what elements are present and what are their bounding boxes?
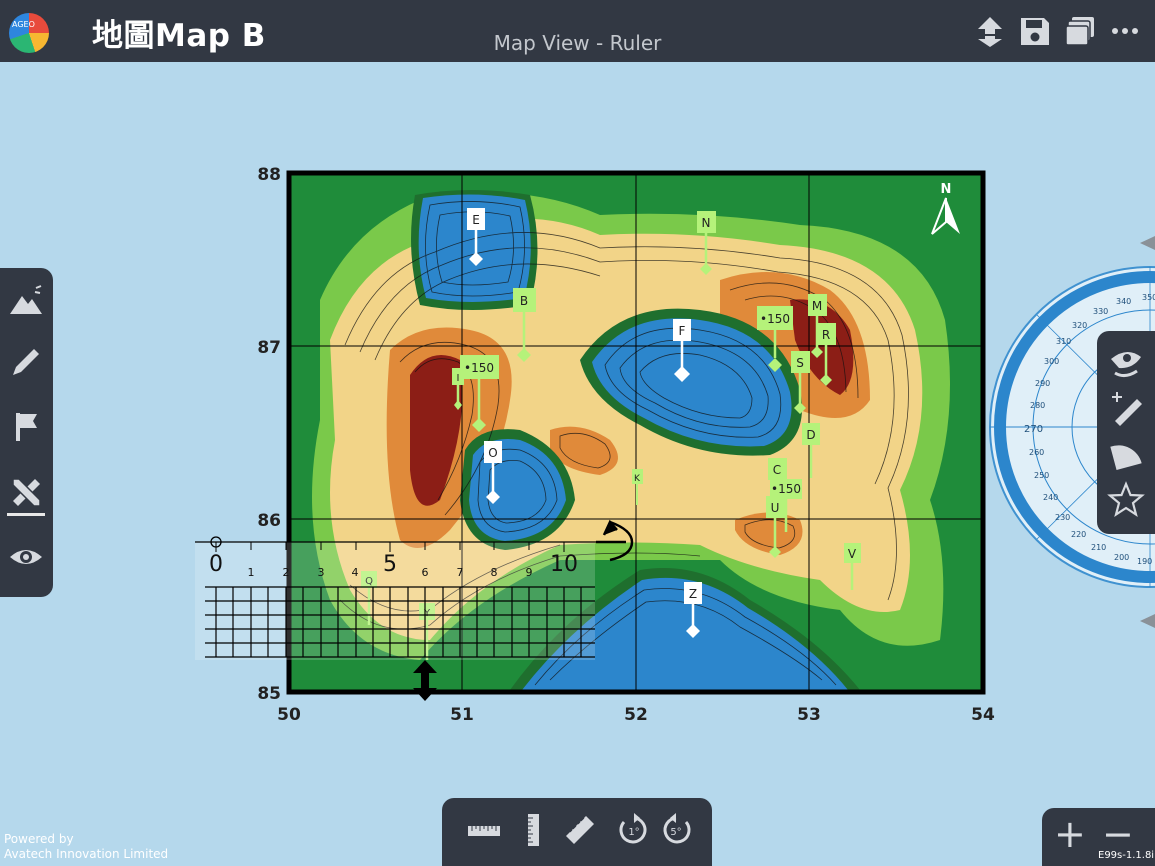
rotate-ccw-1-icon[interactable]: 1°	[616, 812, 652, 848]
x-label-51: 51	[450, 705, 474, 725]
svg-text:Z: Z	[689, 587, 697, 601]
svg-text:U: U	[771, 501, 780, 515]
right-toolbar	[1097, 331, 1155, 534]
svg-text:O: O	[488, 446, 497, 460]
svg-text:250: 250	[1034, 471, 1049, 480]
svg-text:200: 200	[1114, 553, 1129, 562]
powered-line-1: Powered by	[4, 832, 74, 846]
ruler-pencil-icon[interactable]	[7, 473, 45, 511]
svg-text:I: I	[457, 373, 460, 384]
powered-by: Powered by Avatech Innovation Limited	[4, 832, 168, 862]
svg-text:C: C	[773, 463, 781, 477]
eye-icon[interactable]	[7, 538, 45, 576]
svg-text:290: 290	[1035, 379, 1050, 388]
ruler-label-4: 4	[352, 566, 359, 579]
svg-text:•150: •150	[464, 361, 494, 375]
ruler-label-10: 10	[550, 552, 578, 577]
logo-text: AGEO	[12, 20, 35, 29]
map-canvas[interactable]: 88 87 86 85 50 51 52 53 54 N E F O Z N B…	[0, 62, 1155, 798]
y-label-88: 88	[257, 165, 281, 185]
svg-text:330: 330	[1093, 307, 1108, 316]
layers-icon[interactable]	[1063, 14, 1097, 48]
svg-text:1°: 1°	[628, 827, 639, 838]
ruler-label-9: 9	[526, 566, 533, 579]
bottom-toolbar: 1° 5°	[442, 798, 712, 866]
protractor-icon[interactable]	[1107, 435, 1145, 473]
y-label-86: 86	[257, 511, 281, 531]
protractor-handle-bottom-icon[interactable]	[1140, 614, 1155, 628]
ruler-label-1: 1	[248, 566, 255, 579]
x-label-52: 52	[624, 705, 648, 725]
svg-text:340: 340	[1116, 297, 1131, 306]
svg-text:260: 260	[1029, 448, 1044, 457]
svg-text:310: 310	[1056, 337, 1071, 346]
x-label-54: 54	[971, 705, 995, 725]
svg-text:300: 300	[1044, 357, 1059, 366]
horizontal-ruler-icon[interactable]	[466, 814, 502, 850]
mountain-icon[interactable]	[7, 282, 45, 320]
svg-text:210: 210	[1091, 543, 1106, 552]
ruler-label-7: 7	[457, 566, 464, 579]
ruler-label-5: 5	[383, 552, 397, 577]
move-ruler-icon[interactable]	[1107, 389, 1145, 427]
left-toolbar	[0, 268, 53, 597]
powered-line-2: Avatech Innovation Limited	[4, 847, 169, 861]
svg-text:270: 270	[1024, 424, 1043, 435]
star-icon[interactable]	[1107, 481, 1145, 519]
svg-text:220: 220	[1071, 530, 1086, 539]
ruler-label-3: 3	[318, 566, 325, 579]
protractor-handle-top-icon[interactable]	[1140, 236, 1155, 250]
svg-text:•150: •150	[771, 482, 801, 496]
north-label: N	[941, 182, 952, 197]
diagonal-ruler-icon[interactable]	[562, 812, 598, 848]
ruler-label-8: 8	[491, 566, 498, 579]
svg-text:S: S	[796, 356, 804, 370]
svg-text:190: 190	[1137, 557, 1152, 566]
y-label-87: 87	[257, 338, 281, 358]
x-label-50: 50	[277, 705, 301, 725]
eye-toggle-icon[interactable]	[1107, 343, 1145, 381]
vertical-ruler-icon[interactable]	[518, 812, 550, 848]
svg-text:230: 230	[1055, 513, 1070, 522]
svg-text:280: 280	[1030, 401, 1045, 410]
zoom-in-button[interactable]: +	[1054, 814, 1086, 854]
svg-text:R: R	[822, 328, 830, 342]
top-bar: AGEO 地圖Map B Map View - Ruler	[0, 0, 1155, 62]
y-label-85: 85	[257, 684, 281, 704]
svg-text:V: V	[848, 547, 857, 561]
svg-text:5°: 5°	[670, 827, 681, 838]
svg-text:M: M	[812, 299, 822, 313]
rotate-cw-5-icon[interactable]: 5°	[658, 812, 694, 848]
zoom-out-button[interactable]: −	[1102, 814, 1134, 854]
svg-text:D: D	[806, 428, 815, 442]
pencil-icon[interactable]	[7, 343, 45, 381]
ruler-label-6: 6	[422, 566, 429, 579]
svg-text:F: F	[679, 324, 686, 338]
svg-text:320: 320	[1072, 321, 1087, 330]
svg-text:N: N	[702, 216, 711, 230]
x-label-53: 53	[797, 705, 821, 725]
svg-text:350: 350	[1142, 293, 1155, 302]
download-upload-icon[interactable]	[973, 14, 1007, 48]
svg-text:E: E	[472, 213, 480, 227]
svg-text:240: 240	[1043, 493, 1058, 502]
active-tool-indicator	[7, 513, 45, 516]
ruler-label-2: 2	[283, 566, 290, 579]
svg-text:•150: •150	[760, 312, 790, 326]
version-label: E99s-1.1.8i	[1098, 850, 1155, 861]
more-icon[interactable]	[1108, 14, 1142, 48]
svg-text:B: B	[520, 294, 528, 308]
ruler-label-0: 0	[209, 552, 223, 577]
flag-icon[interactable]	[7, 408, 45, 446]
save-icon[interactable]	[1018, 14, 1052, 48]
